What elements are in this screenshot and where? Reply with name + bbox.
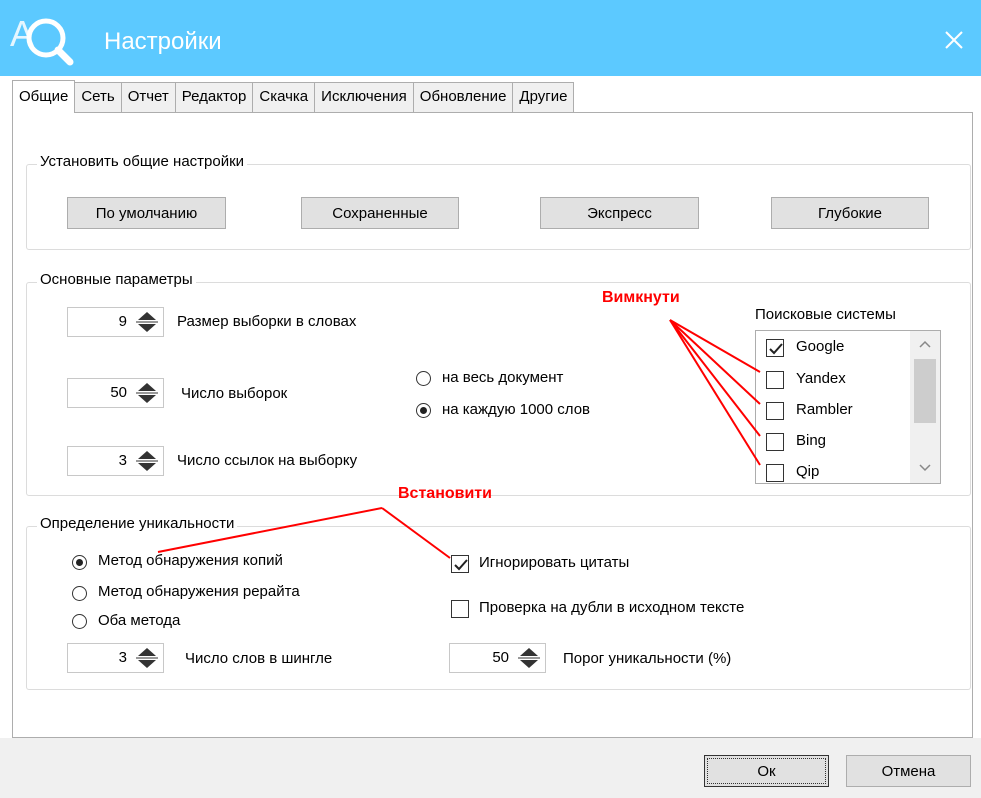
search-engines-title: Поисковые системы	[755, 306, 896, 323]
method-both-label[interactable]: Оба метода	[98, 612, 180, 629]
chevron-up-icon[interactable]	[918, 339, 932, 349]
check-duplicates-label[interactable]: Проверка на дубли в исходном тексте	[479, 599, 744, 616]
uniqueness-group-title: Определение уникальности	[37, 515, 238, 532]
deep-preset-button[interactable]: Глубокие	[771, 197, 929, 229]
spin-updown-icon[interactable]	[133, 381, 161, 405]
google-label: Google	[796, 338, 845, 355]
cancel-button[interactable]: Отмена	[846, 755, 971, 787]
scroll-thumb[interactable]	[914, 359, 936, 423]
sample-count-stepper[interactable]: 50	[67, 378, 164, 408]
google-checkbox[interactable]	[766, 339, 784, 357]
annotation-enable-label: Встановити	[398, 485, 492, 502]
chevron-down-icon[interactable]	[918, 463, 932, 473]
spin-updown-icon[interactable]	[133, 310, 161, 334]
method-copy-radio[interactable]	[72, 555, 87, 570]
tab-exclusions[interactable]: Исключения	[315, 82, 414, 112]
tab-strip: Общие Сеть Отчет Редактор Скачка Исключе…	[12, 80, 575, 113]
ignore-quotes-label[interactable]: Игнорировать цитаты	[479, 554, 629, 571]
spin-updown-icon[interactable]	[133, 449, 161, 473]
sample-count-label: Число выборок	[181, 385, 288, 402]
scope-whole-doc-label[interactable]: на весь документ	[442, 369, 563, 386]
scope-per-1000-label[interactable]: на каждую 1000 слов	[442, 401, 590, 418]
ok-button[interactable]: Ок	[704, 755, 829, 787]
spin-updown-icon[interactable]	[515, 646, 543, 670]
links-per-sample-label: Число ссылок на выборку	[177, 452, 358, 469]
title-bar: A Настройки	[0, 0, 981, 76]
sample-count-value: 50	[110, 384, 127, 401]
search-engines-list[interactable]: Google Yandex Rambler Bing Qip	[755, 330, 941, 484]
rambler-checkbox[interactable]	[766, 402, 784, 420]
tab-network[interactable]: Сеть	[75, 82, 122, 112]
magnifier-logo-icon: A	[10, 12, 76, 68]
saved-preset-button[interactable]: Сохраненные	[301, 197, 459, 229]
sample-size-label: Размер выборки в словах	[177, 313, 357, 330]
tab-download[interactable]: Скачка	[253, 82, 316, 112]
shingle-words-stepper[interactable]: 3	[67, 643, 164, 673]
dialog-footer	[0, 738, 981, 798]
tab-update[interactable]: Обновление	[413, 82, 514, 112]
yandex-label: Yandex	[796, 370, 846, 387]
yandex-checkbox[interactable]	[766, 371, 784, 389]
rambler-label: Rambler	[796, 401, 853, 418]
qip-label: Qip	[796, 463, 820, 480]
threshold-label: Порог уникальности (%)	[563, 650, 732, 667]
bing-checkbox[interactable]	[766, 433, 784, 451]
annotation-disable-label: Вимкнути	[602, 289, 680, 306]
method-copy-label[interactable]: Метод обнаружения копий	[98, 552, 283, 569]
threshold-stepper[interactable]: 50	[449, 643, 546, 673]
ignore-quotes-checkbox[interactable]	[451, 555, 469, 573]
presets-group-title: Установить общие настройки	[37, 153, 248, 170]
method-both-radio[interactable]	[72, 614, 87, 629]
tab-other[interactable]: Другие	[513, 82, 575, 112]
bing-label: Bing	[796, 432, 827, 449]
express-preset-button[interactable]: Экспресс	[540, 197, 699, 229]
scope-whole-doc-radio[interactable]	[416, 371, 431, 386]
links-per-sample-value: 3	[118, 452, 127, 469]
main-params-group-title: Основные параметры	[37, 271, 196, 288]
shingle-words-label: Число слов в шингле	[185, 650, 333, 667]
check-duplicates-checkbox[interactable]	[451, 600, 469, 618]
list-scrollbar[interactable]	[910, 331, 940, 483]
sample-size-stepper[interactable]: 9	[67, 307, 164, 337]
shingle-words-value: 3	[118, 649, 127, 666]
threshold-value: 50	[492, 649, 509, 666]
window-title: Настройки	[104, 28, 222, 55]
spin-updown-icon[interactable]	[133, 646, 161, 670]
method-rewrite-label[interactable]: Метод обнаружения рерайта	[98, 583, 300, 600]
sample-size-value: 9	[118, 313, 127, 330]
method-rewrite-radio[interactable]	[72, 586, 87, 601]
tab-report[interactable]: Отчет	[121, 82, 176, 112]
close-icon[interactable]	[938, 24, 970, 56]
links-per-sample-stepper[interactable]: 3	[67, 446, 164, 476]
tab-editor[interactable]: Редактор	[175, 82, 254, 112]
tab-general[interactable]: Общие	[12, 80, 76, 113]
default-preset-button[interactable]: По умолчанию	[67, 197, 226, 229]
qip-checkbox[interactable]	[766, 464, 784, 482]
scope-per-1000-radio[interactable]	[416, 403, 431, 418]
